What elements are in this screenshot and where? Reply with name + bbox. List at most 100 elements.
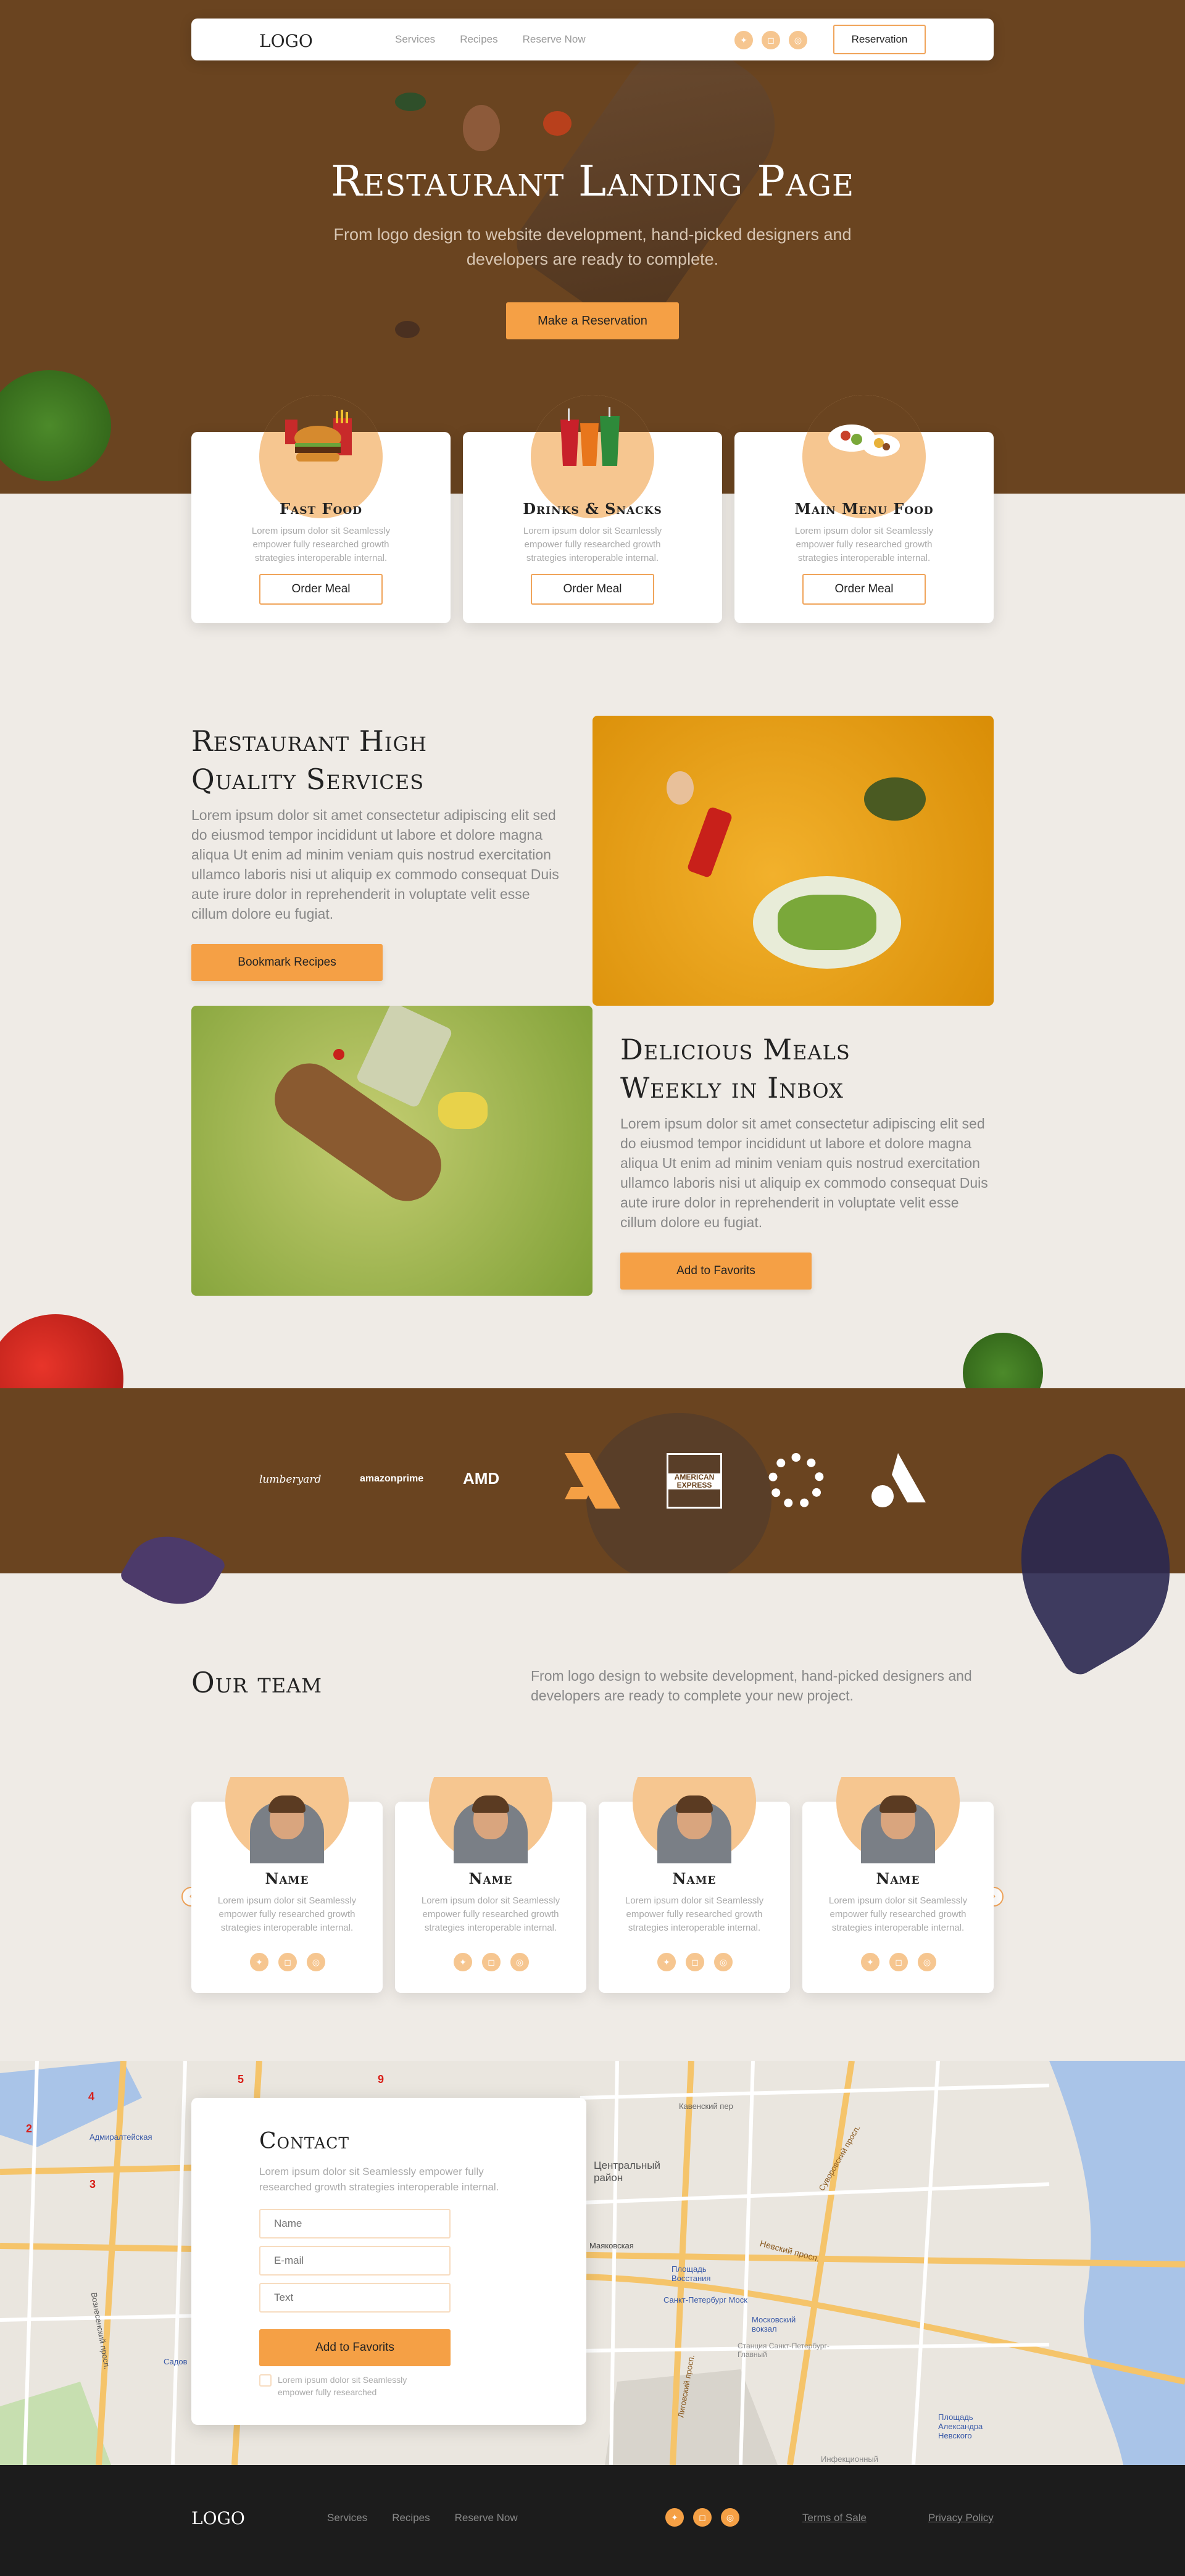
hero-title: Restaurant Landing Page (330, 157, 855, 206)
team-member-card: Name Lorem ipsum dolor sit Seamlessly em… (599, 1777, 790, 1993)
instagram-icon[interactable]: ◻ (889, 1953, 908, 1971)
nav-social-icons: ✦ ◻ ◎ (734, 31, 807, 49)
egg-image (463, 105, 500, 151)
amd-logo: AMD (463, 1469, 500, 1488)
member-name: Name (265, 1870, 309, 1887)
footer: LOGO Services Recipes Reserve Now ✦ ◻ ◎ … (0, 2465, 1185, 2576)
feature-text-services: Lorem ipsum dolor sit amet consectetur a… (191, 807, 559, 922)
twitter-icon[interactable]: ✦ (861, 1953, 879, 1971)
feature-title-services: Restaurant High Quality Services (191, 724, 427, 796)
category-card-main-menu: Main Menu Food Lorem ipsum dolor sit Sea… (734, 395, 994, 623)
banana-shape (438, 1092, 488, 1129)
bookmark-recipes-button[interactable]: Bookmark Recipes (191, 944, 383, 981)
member-text: Lorem ipsum dolor sit Seamlessly empower… (217, 1895, 357, 1933)
footer-link-reserve-now[interactable]: Reserve Now (455, 2512, 518, 2524)
order-meal-button[interactable]: Order Meal (259, 574, 383, 605)
member-name: Name (876, 1870, 920, 1887)
dribbble-icon[interactable]: ◎ (714, 1953, 733, 1971)
category-card-fast-food: Fast Food Lorem ipsum dolor sit Seamless… (191, 395, 451, 623)
map-marker[interactable]: 3 (89, 2178, 96, 2191)
map-marker[interactable]: 4 (88, 2090, 94, 2103)
map-roads (0, 2061, 1185, 2465)
make-reservation-button[interactable]: Make a Reservation (506, 302, 679, 339)
category-title: Main Menu Food (794, 500, 934, 518)
order-meal-button[interactable]: Order Meal (802, 574, 926, 605)
member-social: ✦ ◻ ◎ (657, 1953, 733, 1971)
pepper-shape (686, 806, 733, 879)
category-text: Lorem ipsum dolor sit Seamlessly empower… (523, 526, 662, 563)
reservation-button[interactable]: Reservation (833, 25, 926, 54)
dribbble-icon[interactable]: ◎ (721, 2508, 739, 2527)
a-logo (871, 1453, 926, 1507)
instagram-icon[interactable]: ◻ (762, 31, 780, 49)
nav-link-services[interactable]: Services (395, 33, 435, 46)
team-subtitle: From logo design to website development,… (531, 1668, 972, 1704)
member-name: Name (672, 1870, 717, 1887)
map-marker[interactable]: 9 (378, 2073, 384, 2086)
category-text: Lorem ipsum dolor sit Seamlessly empower… (794, 526, 934, 563)
hero-subtitle: From logo design to website development,… (333, 225, 852, 268)
terms-of-sale-link[interactable]: Terms of Sale (802, 2512, 867, 2524)
flying-ingredients-image (191, 1006, 592, 1296)
instagram-icon[interactable]: ◻ (693, 2508, 712, 2527)
avatar (633, 1777, 756, 1863)
agree-label: Lorem ipsum dolor sit Seamlessly empower… (278, 2375, 407, 2397)
nav-link-recipes[interactable]: Recipes (460, 33, 497, 46)
member-social: ✦ ◻ ◎ (861, 1953, 936, 1971)
footer-logo[interactable]: LOGO (191, 2508, 245, 2528)
footer-link-recipes[interactable]: Recipes (392, 2512, 430, 2524)
twitter-icon[interactable]: ✦ (657, 1953, 676, 1971)
member-name: Name (468, 1870, 513, 1887)
logo[interactable]: LOGO (259, 31, 313, 51)
berry-shape (333, 1049, 344, 1060)
soda-cups-icon (560, 407, 620, 466)
dribbble-icon[interactable]: ◎ (307, 1953, 325, 1971)
jar-shape (355, 1006, 454, 1109)
privacy-policy-link[interactable]: Privacy Policy (928, 2512, 994, 2524)
instagram-icon[interactable]: ◻ (278, 1953, 297, 1971)
agree-checkbox[interactable] (259, 2374, 272, 2387)
contact-submit-button[interactable]: Add to Favorits (259, 2329, 451, 2366)
twitter-icon[interactable]: ✦ (250, 1953, 268, 1971)
member-text: Lorem ipsum dolor sit Seamlessly empower… (421, 1895, 560, 1933)
amazon-prime-logo: amazonprime (360, 1473, 424, 1484)
team-member-card: Name Lorem ipsum dolor sit Seamlessly em… (191, 1777, 383, 1993)
egg-shape (667, 771, 694, 805)
twitter-icon[interactable]: ✦ (454, 1953, 472, 1971)
dribbble-icon[interactable]: ◎ (918, 1953, 936, 1971)
dribbble-icon[interactable]: ◎ (789, 31, 807, 49)
dinner-plates-icon (828, 425, 900, 457)
add-to-favorits-button[interactable]: Add to Favorits (620, 1253, 812, 1290)
instagram-icon[interactable]: ◻ (686, 1953, 704, 1971)
category-title: Drinks & Snacks (523, 500, 662, 518)
nav-link-reserve-now[interactable]: Reserve Now (523, 33, 586, 46)
avatar (429, 1777, 552, 1863)
text-field[interactable] (259, 2283, 451, 2313)
name-field[interactable] (259, 2209, 451, 2238)
map-marker[interactable]: 5 (238, 2073, 244, 2086)
team-title: Our team (191, 1666, 322, 1699)
member-social: ✦ ◻ ◎ (250, 1953, 325, 1971)
footer-link-services[interactable]: Services (327, 2512, 367, 2524)
team-member-card: Name Lorem ipsum dolor sit Seamlessly em… (395, 1777, 586, 1993)
category-card-drinks-snacks: Drinks & Snacks Lorem ipsum dolor sit Se… (463, 395, 722, 623)
city-map[interactable]: Кавенский пер Центральный район Маяковск… (0, 2061, 1185, 2465)
category-title: Fast Food (280, 500, 362, 518)
email-field[interactable] (259, 2246, 451, 2276)
lettuce-shape (778, 895, 876, 950)
burger-fries-icon (285, 410, 352, 462)
avatar (225, 1777, 349, 1863)
leaf-image (395, 93, 426, 111)
instagram-icon[interactable]: ◻ (482, 1953, 501, 1971)
dribbble-icon[interactable]: ◎ (510, 1953, 529, 1971)
contact-description: Lorem ipsum dolor sit Seamlessly empower… (259, 2166, 499, 2193)
twitter-icon[interactable]: ✦ (665, 2508, 684, 2527)
contact-title: Contact (259, 2129, 350, 2154)
order-meal-button[interactable]: Order Meal (531, 574, 654, 605)
nav-links: Services Recipes Reserve Now (395, 33, 586, 46)
member-social: ✦ ◻ ◎ (454, 1953, 529, 1971)
nut-image (395, 321, 420, 338)
feature-text-meals: Lorem ipsum dolor sit amet consectetur a… (620, 1116, 988, 1230)
map-marker[interactable]: 2 (26, 2123, 32, 2135)
twitter-icon[interactable]: ✦ (734, 31, 753, 49)
